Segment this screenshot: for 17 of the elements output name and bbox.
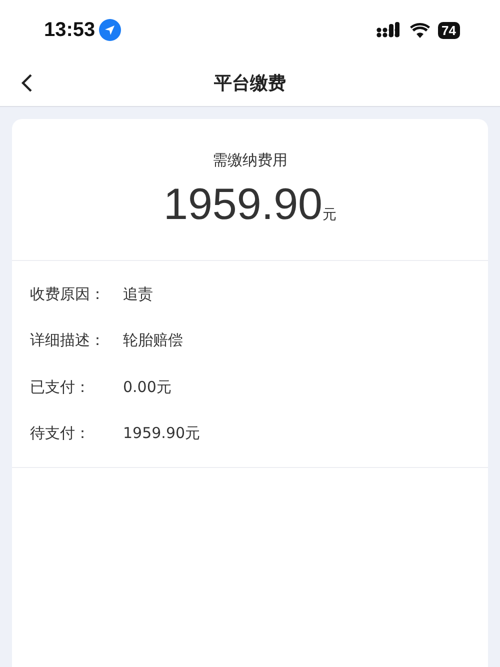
detail-value: 轮胎赔偿: [123, 331, 183, 350]
detail-value: 0.00元: [123, 378, 172, 397]
amount-label: 需缴纳费用: [212, 151, 288, 170]
back-icon: [20, 73, 34, 93]
battery-level: 74: [438, 22, 460, 38]
signal-icon: [376, 22, 402, 38]
detail-value: 1959.90元: [123, 424, 200, 444]
amount-unit: 元: [322, 206, 337, 224]
status-time: 13:53: [44, 18, 96, 42]
wifi-icon: [410, 22, 430, 38]
amount-value: 1959.90: [163, 180, 323, 230]
detail-label: 收费原因：: [30, 284, 106, 304]
page-title: 平台缴费: [214, 72, 286, 95]
detail-label: 待支付：: [30, 424, 91, 444]
detail-label: 已支付：: [30, 378, 91, 397]
detail-label: 详细描述：: [30, 331, 106, 350]
detail-value: 追责: [123, 284, 153, 304]
